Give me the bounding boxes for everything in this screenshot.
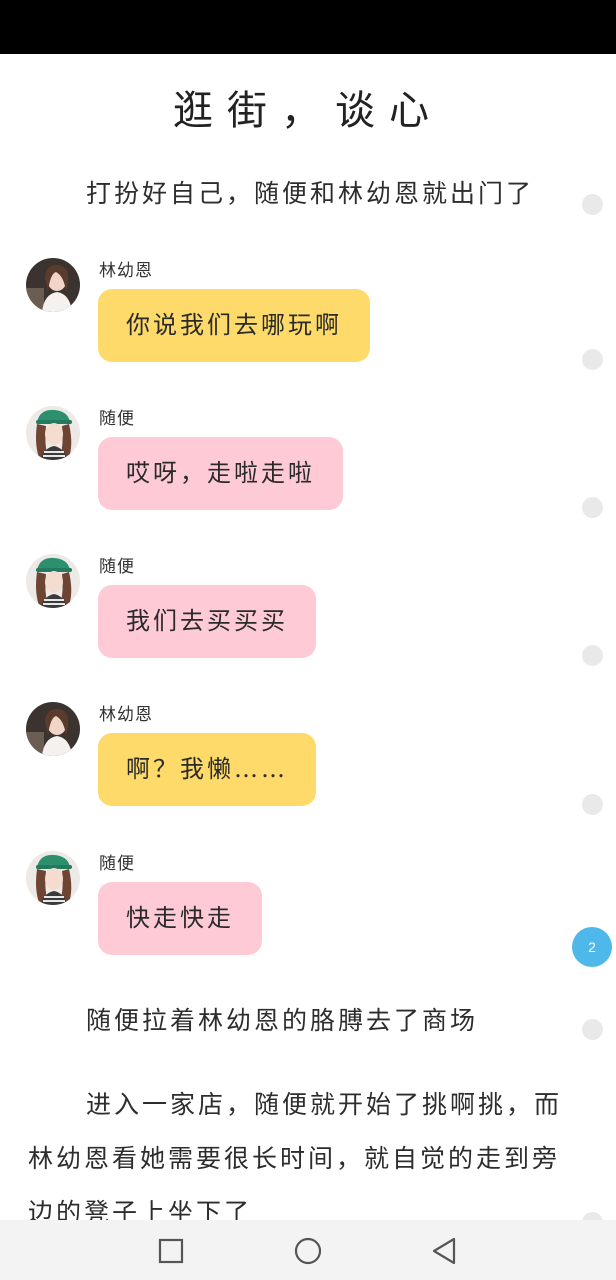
narration-paragraph: 随便拉着林幼恩的胳膊去了商场 (86, 1006, 479, 1035)
comment-dot[interactable] (582, 1019, 603, 1040)
comment-dot[interactable] (582, 349, 603, 370)
sender-name: 随便 (99, 854, 135, 874)
circle-icon[interactable] (292, 1235, 324, 1267)
comment-dot[interactable] (582, 194, 603, 215)
navigation-bar (0, 1220, 616, 1280)
square-icon[interactable] (155, 1235, 187, 1267)
sender-name: 林幼恩 (99, 705, 153, 725)
page-title: 逛街，谈心 (173, 88, 443, 134)
narration-paragraph: 进入一家店，随便就开始了挑啊挑，而林幼恩看她需要很长时间，就自觉的走到旁边的凳子… (28, 1090, 563, 1227)
comment-dot[interactable] (582, 794, 603, 815)
avatar[interactable] (26, 406, 80, 460)
avatar[interactable] (26, 554, 80, 608)
message-bubble[interactable]: 哎呀，走啦走啦 (98, 437, 343, 510)
triangle-back-icon[interactable] (428, 1235, 460, 1267)
message-bubble[interactable]: 啊？我懒…… (98, 733, 316, 806)
status-bar (0, 0, 616, 54)
comment-dot[interactable] (582, 645, 603, 666)
sender-name: 林幼恩 (99, 261, 153, 281)
sender-name: 随便 (99, 409, 135, 429)
avatar[interactable] (26, 258, 80, 312)
sender-name: 随便 (99, 557, 135, 577)
avatar[interactable] (26, 851, 80, 905)
page-badge[interactable]: 2 (572, 927, 612, 967)
message-bubble[interactable]: 你说我们去哪玩啊 (98, 289, 370, 362)
avatar[interactable] (26, 702, 80, 756)
message-bubble[interactable]: 快走快走 (98, 882, 262, 955)
message-bubble[interactable]: 我们去买买买 (98, 585, 316, 658)
comment-dot[interactable] (582, 497, 603, 518)
narration-paragraph: 打扮好自己，随便和林幼恩就出门了 (86, 179, 535, 208)
